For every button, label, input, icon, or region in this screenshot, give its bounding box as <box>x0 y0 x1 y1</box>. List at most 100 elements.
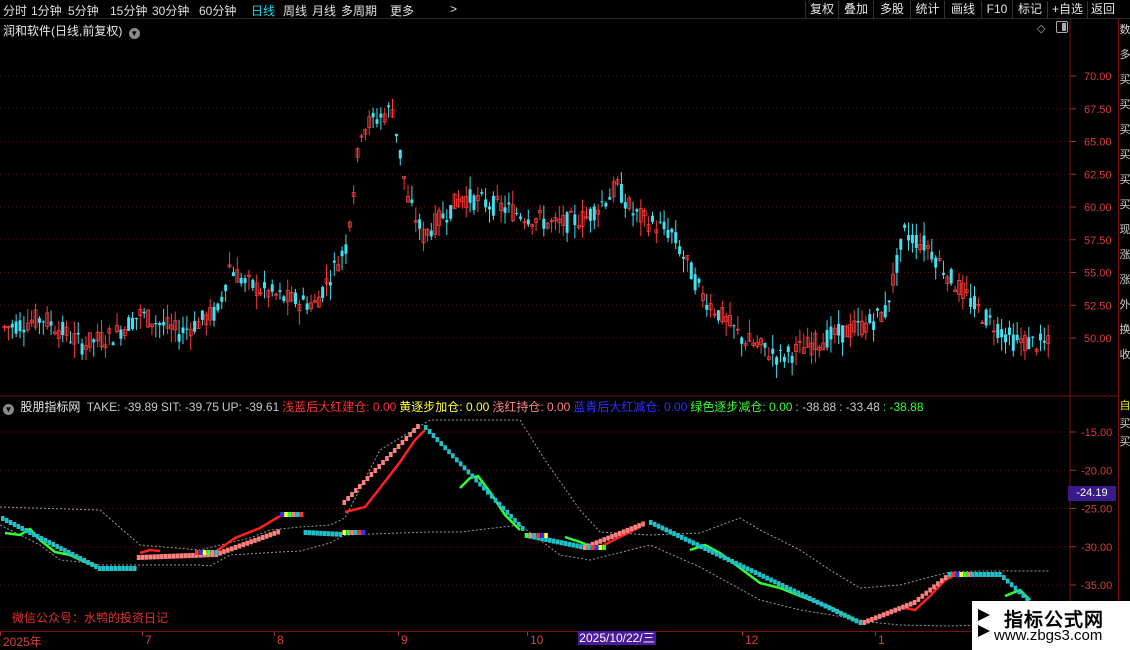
indicator-block <box>994 572 998 577</box>
chevron-down-icon[interactable]: ▼ <box>3 404 14 415</box>
indicator-block <box>571 542 575 548</box>
indicator-block <box>288 512 292 517</box>
candle-body <box>301 295 305 300</box>
indicator-block <box>152 554 156 560</box>
indicator-block <box>443 445 447 451</box>
indicator-block <box>986 572 991 577</box>
indicator-block <box>284 512 288 517</box>
indicator-block <box>408 432 412 437</box>
indicator-block <box>532 533 537 538</box>
indicator-name[interactable]: 股朋指标网 <box>20 400 80 414</box>
indicator-block <box>672 531 676 537</box>
indicator-block <box>908 601 913 607</box>
indicator-block <box>695 542 700 548</box>
candle-body <box>542 218 546 229</box>
diamond-icon[interactable]: ◇ <box>1037 22 1045 35</box>
candle-body <box>670 228 674 233</box>
indicator-block <box>579 544 583 550</box>
maximize-icon[interactable] <box>1056 21 1068 33</box>
indicator-block <box>963 572 967 577</box>
candle-body <box>181 327 185 333</box>
indicator-block <box>458 461 463 467</box>
indicator-block <box>617 530 622 536</box>
candle-body <box>678 246 682 255</box>
indicator-block <box>435 437 440 443</box>
candle-body <box>949 269 953 284</box>
indicator-block <box>311 530 315 536</box>
indicator-block <box>253 537 257 543</box>
candle-body <box>224 284 228 292</box>
indicator-block <box>932 584 936 590</box>
candle-body <box>969 298 973 307</box>
indicator-block <box>334 531 339 537</box>
indicator-block <box>621 529 626 535</box>
indicator-block <box>299 512 304 517</box>
indicator-block <box>43 538 48 543</box>
indicator-block <box>59 546 63 551</box>
indicator-block <box>835 609 839 615</box>
indicator-block <box>990 572 994 577</box>
indicator-block <box>815 599 820 605</box>
indicator-label: -30.00 <box>1081 542 1112 554</box>
candle-body <box>779 349 782 351</box>
indicator-block <box>1002 575 1006 580</box>
cursor-value-badge: -24.19 <box>1068 486 1116 501</box>
candle-body <box>650 215 654 222</box>
price-grid <box>0 75 1070 339</box>
indicator-block <box>396 444 401 449</box>
candle-body <box>666 229 670 238</box>
candle-body <box>674 232 678 244</box>
candle-body <box>1004 334 1008 343</box>
indicator-block <box>839 610 843 616</box>
indicator-block <box>559 540 564 546</box>
indicator-block <box>974 572 979 577</box>
indicator-block <box>466 469 471 475</box>
indicator-block <box>451 453 455 459</box>
indicator-grid <box>0 431 1070 586</box>
indicator-block <box>1013 585 1018 591</box>
indicator-block <box>1017 589 1022 595</box>
chevron-down-icon[interactable]: ▼ <box>128 28 140 39</box>
candle-body <box>10 323 14 328</box>
date-tick <box>0 632 1 636</box>
indicator-value: : -38.88 <box>882 400 924 414</box>
candlestick-series <box>2 98 1051 379</box>
candle-body <box>910 234 914 244</box>
price-axis: 70.00 67.50 65.00 62.50 60.00 57.50 55.00 52.50… <box>1069 19 1112 396</box>
indicator-block <box>338 531 343 537</box>
candle-body <box>41 321 45 323</box>
indicator-block <box>264 533 269 539</box>
indicator-block <box>563 541 568 546</box>
indicator-block <box>555 539 560 545</box>
candle-body <box>410 199 414 204</box>
indicator-block <box>777 581 781 587</box>
indicator-block <box>70 552 75 557</box>
quote-strip-label: 换 <box>1119 324 1130 336</box>
indicator-block <box>195 550 199 555</box>
indicator-block <box>877 613 882 619</box>
indicator-block <box>583 545 587 550</box>
indicator-block <box>268 532 273 538</box>
indicator-block <box>788 586 793 592</box>
candle-body <box>899 238 903 250</box>
candle-body <box>262 282 266 289</box>
stock-title: 润和软件(日线,前复权) <box>3 24 123 38</box>
candle-body <box>212 306 216 321</box>
candle-body <box>619 183 623 203</box>
indicator-block <box>326 531 331 537</box>
candle-body <box>705 304 709 310</box>
indicator-block <box>163 553 168 559</box>
indicator-block <box>307 530 312 536</box>
indicator-block <box>1009 582 1014 588</box>
indicator-block <box>680 534 684 540</box>
indicator-block <box>594 540 599 546</box>
indicator-block <box>462 465 467 471</box>
candle-body <box>270 284 274 292</box>
candle-body <box>868 314 872 324</box>
candle-body <box>1015 334 1019 341</box>
wechat-note: 微信公众号：水鸭的投资日记 <box>12 611 169 625</box>
indicator-block <box>897 606 901 612</box>
indicator-block <box>866 618 870 624</box>
indicator-block <box>551 538 556 544</box>
candle-body <box>716 310 720 321</box>
